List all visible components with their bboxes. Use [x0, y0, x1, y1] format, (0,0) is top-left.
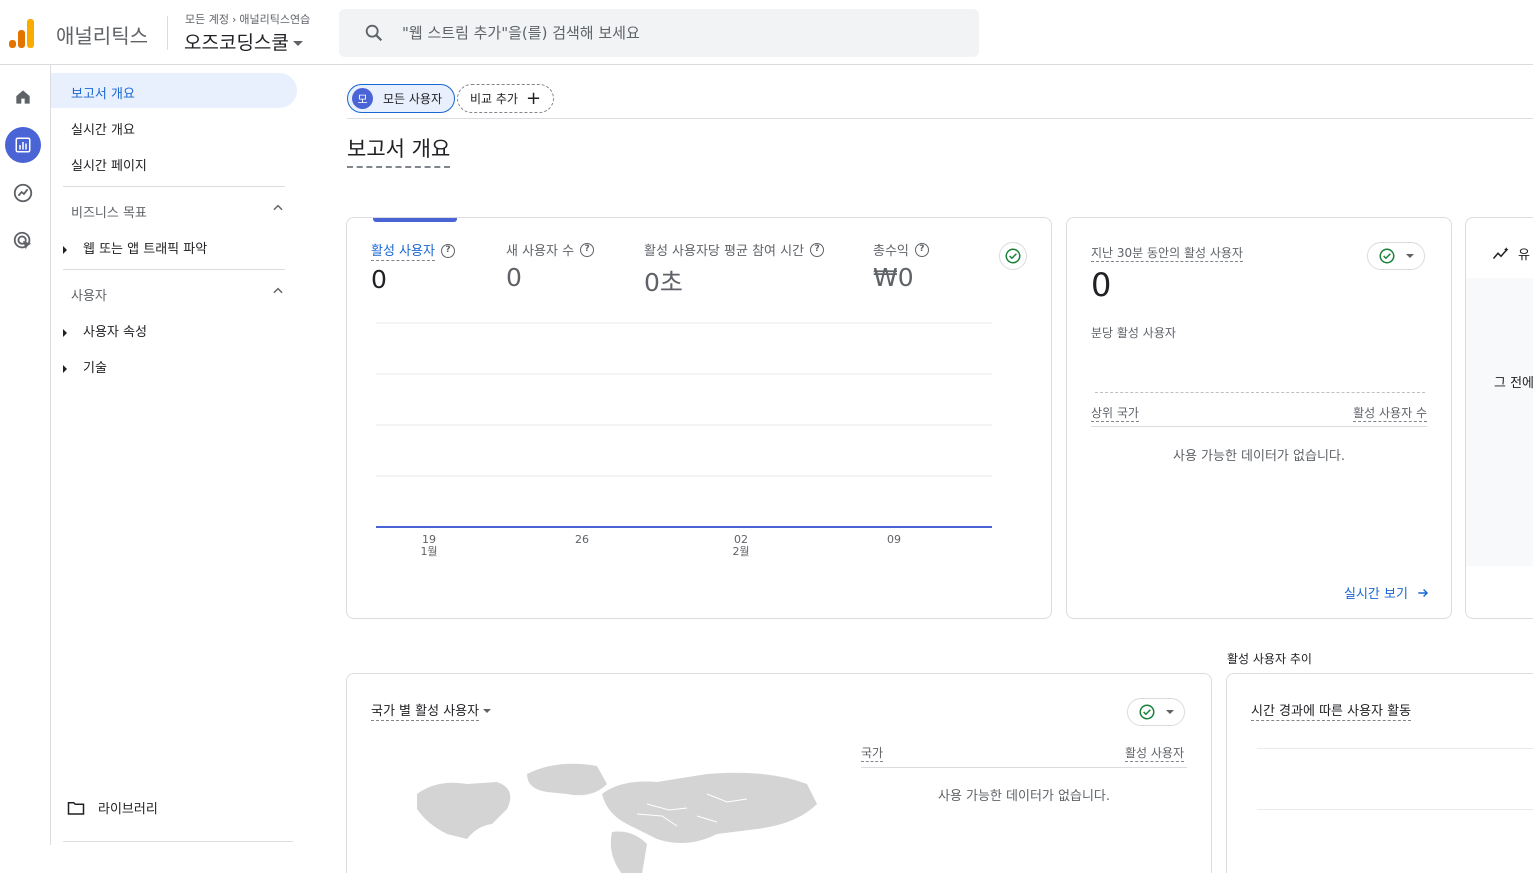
x-tick-label: 02	[734, 533, 748, 546]
main-content: 모 모든 사용자 비교 추가 + 보고서 개요 활성 사용자? 0 새 사용자 …	[305, 65, 1533, 873]
caret-down-icon	[1406, 254, 1414, 258]
x-tick-label: 26	[575, 533, 589, 546]
top-app-bar: 애널리틱스 모든 계정 › 애널리틱스연습 오즈코딩스쿨 "웹 스트림 추가"을(를…	[0, 0, 1533, 65]
chip-label: 비교 추가	[470, 92, 518, 106]
x-tick-label: 09	[887, 533, 901, 546]
search-placeholder: "웹 스트림 추가"을(를) 검색해 보세요	[402, 24, 640, 42]
report-sidebar: 보고서 개요 실시간 개요 실시간 페이지 비즈니스 목표 웹 또는 앱 트래픽…	[51, 65, 305, 845]
chart-gridline	[1257, 748, 1533, 749]
caret-down-icon	[483, 708, 492, 713]
add-comparison-button[interactable]: 비교 추가 +	[457, 84, 555, 113]
section-title: 비즈니스 목표	[71, 206, 147, 221]
sidebar-divider	[63, 186, 285, 187]
x-tick-label: 19	[422, 533, 436, 546]
expand-arrow-icon	[63, 245, 67, 254]
page-title[interactable]: 보고서 개요	[347, 133, 451, 168]
insights-text: 그 전에	[1494, 376, 1533, 391]
header-divider	[167, 16, 168, 50]
search-bar[interactable]: "웹 스트림 추가"을(를) 검색해 보세요	[339, 9, 979, 57]
caret-down-icon	[1166, 710, 1174, 714]
x-tick-month-label: 1월	[420, 545, 438, 558]
column-header-active-users[interactable]: 활성 사용자 수	[1353, 406, 1427, 422]
breadcrumb[interactable]: 모든 계정 › 애널리틱스연습	[185, 11, 310, 27]
country-card: 국가 별 활성 사용자 국가 활성 사용자 사용 가능한 데이터가 없습니다.	[346, 673, 1212, 873]
analytics-logo-icon[interactable]	[9, 18, 39, 48]
check-circle-icon	[1139, 704, 1155, 720]
realtime-value: 0	[1091, 266, 1112, 304]
expand-arrow-icon	[63, 364, 67, 373]
comparison-chip-all-users[interactable]: 모 모든 사용자	[347, 84, 456, 113]
chip-label: 모든 사용자	[383, 92, 443, 106]
sidebar-item-tech[interactable]: 기술	[63, 357, 107, 376]
column-header-country[interactable]: 국가	[861, 746, 884, 762]
data-quality-dropdown[interactable]	[1367, 242, 1425, 270]
country-card-title: 국가 별 활성 사용자	[371, 700, 480, 721]
property-selector[interactable]: 오즈코딩스쿨	[184, 28, 303, 55]
explore-icon[interactable]	[5, 175, 41, 211]
column-header-active-users[interactable]: 활성 사용자	[1125, 746, 1185, 762]
trend-section-label: 활성 사용자 추이	[1227, 652, 1312, 666]
insights-trend-icon	[1492, 246, 1509, 259]
library-label: 라이브러리	[98, 802, 158, 817]
metrics-card: 활성 사용자? 0 새 사용자 수? 0 활성 사용자당 평균 참여 시간? 0…	[346, 217, 1052, 619]
user-activity-card: 시간 경과에 따른 사용자 활동	[1226, 673, 1533, 873]
realtime-card: 지난 30분 동안의 활성 사용자 0 분당 활성 사용자 상위 국가 활성 사…	[1066, 217, 1452, 619]
folder-icon	[67, 801, 85, 815]
view-realtime-link[interactable]: 실시간 보기	[1344, 583, 1430, 602]
toolbar-divider	[347, 118, 1533, 119]
chevron-right-icon: ›	[231, 13, 237, 26]
x-tick-month-label: 2월	[732, 545, 750, 558]
breadcrumb-root[interactable]: 모든 계정	[185, 13, 229, 26]
search-icon	[365, 24, 383, 42]
empty-state-text: 사용 가능한 데이터가 없습니다.	[937, 789, 1110, 804]
sidebar-item-web-app-traffic[interactable]: 웹 또는 앱 트래픽 파악	[63, 238, 207, 257]
breadcrumb-account[interactable]: 애널리틱스연습	[239, 13, 310, 26]
insights-card: 유 그 전에	[1465, 217, 1533, 619]
sidebar-divider	[63, 841, 293, 842]
table-divider	[861, 767, 1187, 768]
check-circle-icon	[1379, 248, 1395, 264]
property-name: 오즈코딩스쿨	[184, 32, 289, 54]
insights-body	[1466, 278, 1533, 566]
insights-header: 유	[1518, 248, 1530, 263]
reports-icon[interactable]	[5, 127, 41, 163]
realtime-title[interactable]: 지난 30분 동안의 활성 사용자	[1091, 246, 1243, 262]
avatar: 모	[352, 88, 373, 109]
country-dimension-selector[interactable]: 국가 별 활성 사용자	[371, 700, 492, 721]
sidebar-item-label: 사용자 속성	[83, 325, 147, 340]
data-quality-dropdown[interactable]	[1127, 698, 1185, 726]
nav-rail	[0, 65, 51, 845]
section-user[interactable]: 사용자	[71, 285, 285, 304]
arrow-right-icon	[1418, 588, 1429, 597]
sidebar-divider	[63, 269, 285, 270]
sidebar-item-label: 웹 또는 앱 트래픽 파악	[83, 242, 208, 257]
sidebar-item-label: 기술	[83, 361, 107, 376]
plus-icon: +	[525, 87, 542, 109]
user-activity-title[interactable]: 시간 경과에 따른 사용자 활동	[1251, 704, 1412, 721]
sidebar-item-user-attributes[interactable]: 사용자 속성	[63, 321, 147, 340]
chevron-up-icon	[273, 287, 283, 294]
section-business-objectives[interactable]: 비즈니스 목표	[71, 202, 285, 221]
link-label: 실시간 보기	[1344, 587, 1408, 602]
sidebar-item-library[interactable]: 라이브러리	[67, 798, 158, 817]
column-header-country[interactable]: 상위 국가	[1091, 406, 1139, 422]
sidebar-item-realtime-pages[interactable]: 실시간 페이지	[51, 145, 297, 180]
line-chart-svg	[376, 322, 992, 528]
sidebar-item-realtime-overview[interactable]: 실시간 개요	[51, 109, 297, 144]
chart-gridline	[1257, 809, 1533, 810]
per-minute-chart-baseline	[1095, 392, 1425, 393]
per-minute-label: 분당 활성 사용자	[1091, 326, 1176, 340]
caret-down-icon	[292, 41, 303, 46]
table-divider	[1091, 426, 1427, 427]
sidebar-item-reports-snapshot[interactable]: 보고서 개요	[51, 73, 297, 108]
app-name: 애널리틱스	[56, 24, 148, 48]
expand-arrow-icon	[63, 328, 67, 337]
world-map	[417, 763, 817, 873]
chevron-up-icon	[273, 204, 283, 211]
home-icon[interactable]	[5, 79, 41, 115]
section-title: 사용자	[71, 289, 107, 304]
advertising-icon[interactable]	[5, 223, 41, 259]
empty-state-text: 사용 가능한 데이터가 없습니다.	[1172, 449, 1345, 464]
